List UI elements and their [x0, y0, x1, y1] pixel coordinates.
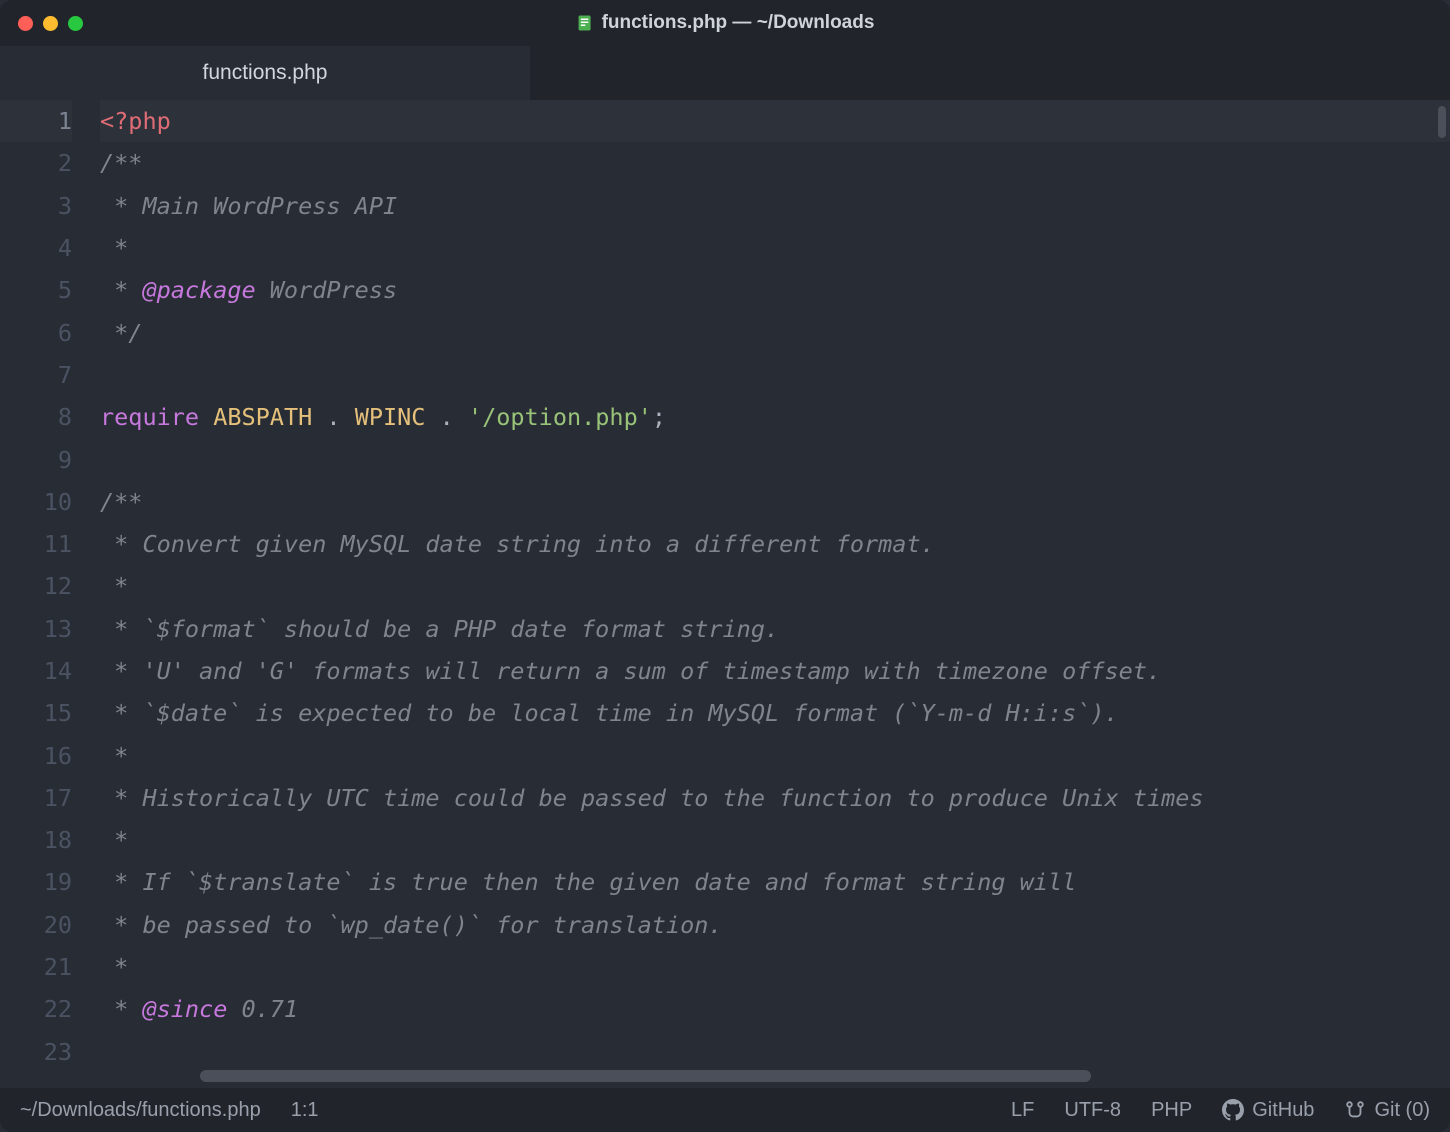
code-area[interactable]: <?php/** * Main WordPress API * * @packa… — [100, 100, 1450, 1088]
code-line[interactable]: */ — [100, 311, 1450, 353]
code-line[interactable]: require ABSPATH . WPINC . '/option.php'; — [100, 396, 1450, 438]
code-line[interactable] — [100, 354, 1450, 396]
php-file-icon — [576, 14, 594, 32]
code-line[interactable]: * `$format` should be a PHP date format … — [100, 608, 1450, 650]
line-number: 22 — [0, 988, 72, 1030]
window-title: functions.php — ~/Downloads — [576, 12, 875, 34]
code-line[interactable]: * If `$translate` is true then the given… — [100, 861, 1450, 903]
line-number: 6 — [0, 311, 72, 353]
editor-window: functions.php — ~/Downloads functions.ph… — [0, 0, 1450, 1132]
status-cursor-position[interactable]: 1:1 — [291, 1099, 319, 1122]
line-number: 3 — [0, 185, 72, 227]
tab-label: functions.php — [203, 61, 328, 85]
tab-bar: functions.php — [0, 46, 1450, 100]
close-window-button[interactable] — [18, 16, 33, 31]
status-git-label: Git (0) — [1374, 1099, 1430, 1122]
code-line[interactable]: /** — [100, 481, 1450, 523]
code-line[interactable]: * — [100, 565, 1450, 607]
line-number: 4 — [0, 227, 72, 269]
code-line[interactable]: * — [100, 819, 1450, 861]
code-line[interactable]: * — [100, 946, 1450, 988]
line-number: 10 — [0, 481, 72, 523]
code-line[interactable]: * Main WordPress API — [100, 185, 1450, 227]
vertical-scrollbar-thumb[interactable] — [1438, 106, 1446, 138]
status-language[interactable]: PHP — [1151, 1099, 1192, 1122]
code-line[interactable]: * @package WordPress — [100, 269, 1450, 311]
line-number: 20 — [0, 904, 72, 946]
code-line[interactable]: /** — [100, 142, 1450, 184]
status-line-ending[interactable]: LF — [1011, 1099, 1034, 1122]
tab-functions-php[interactable]: functions.php — [0, 46, 530, 100]
window-title-text: functions.php — ~/Downloads — [602, 12, 875, 34]
editor-area[interactable]: 1234567891011121314151617181920212223 <?… — [0, 100, 1450, 1088]
line-number: 8 — [0, 396, 72, 438]
code-line[interactable]: * Convert given MySQL date string into a… — [100, 523, 1450, 565]
line-number: 12 — [0, 565, 72, 607]
horizontal-scrollbar-thumb[interactable] — [200, 1070, 1091, 1082]
line-number: 13 — [0, 608, 72, 650]
status-github-label: GitHub — [1252, 1099, 1314, 1122]
line-number: 9 — [0, 438, 72, 480]
code-line[interactable]: * Historically UTC time could be passed … — [100, 777, 1450, 819]
code-line[interactable]: * — [100, 227, 1450, 269]
line-number: 19 — [0, 861, 72, 903]
line-number-gutter: 1234567891011121314151617181920212223 — [0, 100, 100, 1088]
line-number: 7 — [0, 354, 72, 396]
line-number: 16 — [0, 734, 72, 776]
status-github[interactable]: GitHub — [1222, 1099, 1314, 1122]
github-icon — [1222, 1099, 1244, 1121]
line-number: 18 — [0, 819, 72, 861]
code-line[interactable]: * — [100, 734, 1450, 776]
line-number: 5 — [0, 269, 72, 311]
git-branch-icon — [1344, 1099, 1366, 1121]
line-number: 11 — [0, 523, 72, 565]
traffic-lights — [18, 16, 83, 31]
line-number: 23 — [0, 1031, 72, 1073]
code-line[interactable]: * `$date` is expected to be local time i… — [100, 692, 1450, 734]
status-encoding[interactable]: UTF-8 — [1064, 1099, 1121, 1122]
code-content: <?php/** * Main WordPress API * * @packa… — [100, 100, 1450, 1073]
minimize-window-button[interactable] — [43, 16, 58, 31]
code-line[interactable] — [100, 438, 1450, 480]
status-bar: ~/Downloads/functions.php 1:1 LF UTF-8 P… — [0, 1088, 1450, 1132]
line-number: 15 — [0, 692, 72, 734]
line-number: 21 — [0, 946, 72, 988]
line-number: 2 — [0, 142, 72, 184]
code-line[interactable]: * 'U' and 'G' formats will return a sum … — [100, 650, 1450, 692]
titlebar: functions.php — ~/Downloads — [0, 0, 1450, 46]
line-number: 1 — [0, 100, 72, 142]
line-number: 14 — [0, 650, 72, 692]
code-line[interactable] — [100, 1031, 1450, 1073]
horizontal-scrollbar[interactable] — [200, 1070, 1438, 1082]
line-number: 17 — [0, 777, 72, 819]
maximize-window-button[interactable] — [68, 16, 83, 31]
code-line[interactable]: * @since 0.71 — [100, 988, 1450, 1030]
status-git[interactable]: Git (0) — [1344, 1099, 1430, 1122]
code-line[interactable]: <?php — [100, 100, 1450, 142]
code-line[interactable]: * be passed to `wp_date()` for translati… — [100, 904, 1450, 946]
status-file-path[interactable]: ~/Downloads/functions.php — [20, 1099, 261, 1122]
